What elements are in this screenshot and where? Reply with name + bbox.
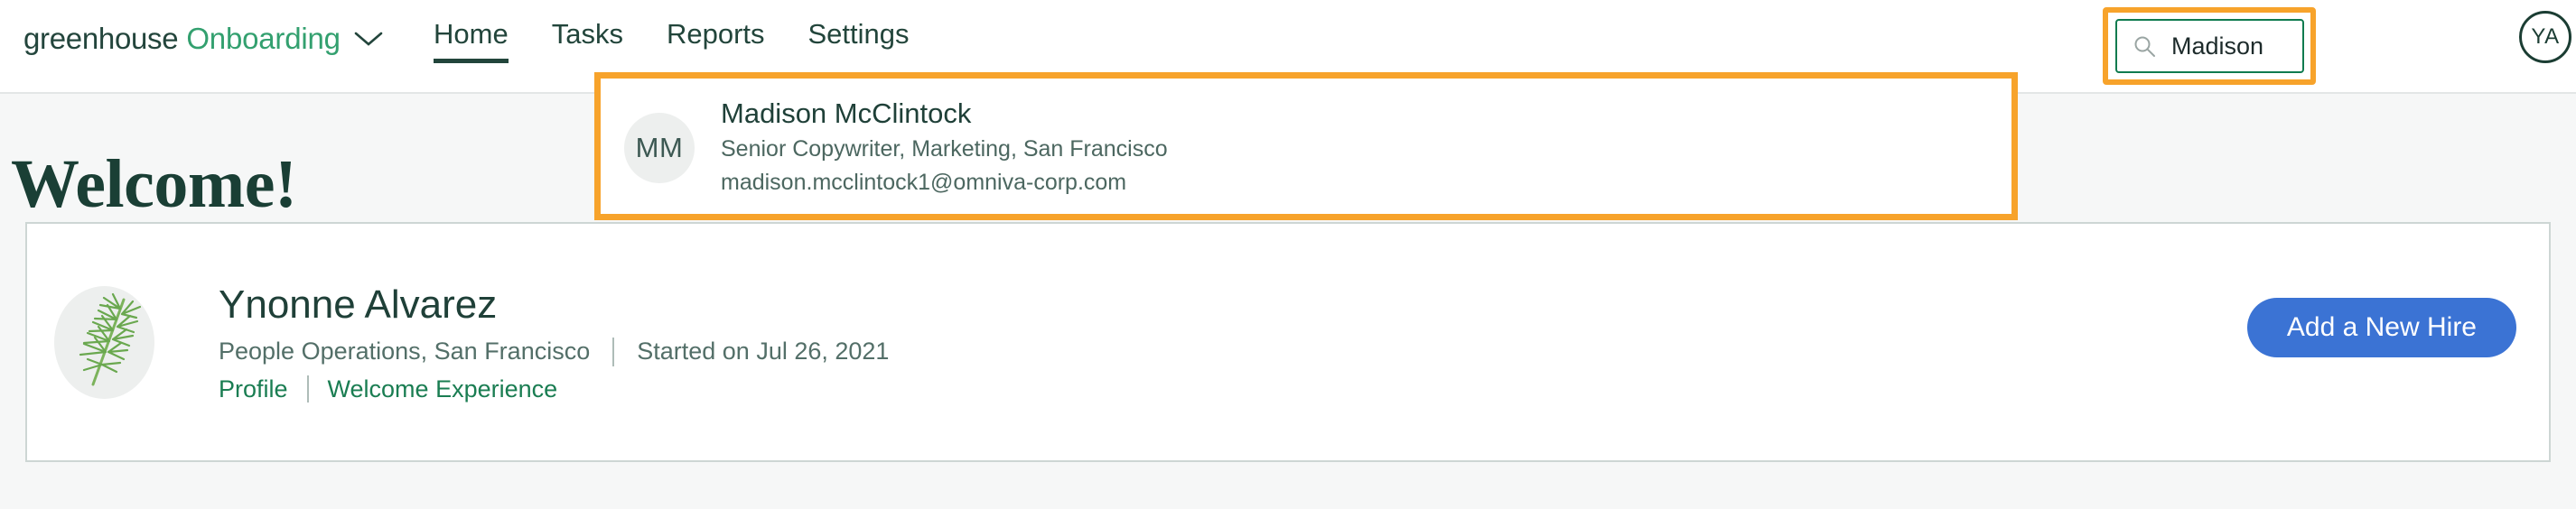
nav-item-home[interactable]: Home [434, 18, 509, 63]
main-navigation: Home Tasks Reports Settings [434, 18, 910, 63]
new-hire-info: Ynonne Alvarez People Operations, San Fr… [219, 281, 889, 403]
search-result-text: Madison McClintock Senior Copywriter, Ma… [721, 96, 1168, 200]
search-result-avatar: MM [624, 113, 695, 183]
nav-item-reports-label: Reports [666, 18, 765, 50]
new-hire-department-location: People Operations, San Francisco [219, 338, 591, 366]
brand-logo[interactable]: greenhouse Onboarding [23, 22, 384, 56]
brand-company-name: greenhouse [23, 22, 179, 55]
new-hire-start-date: Started on Jul 26, 2021 [637, 338, 890, 366]
welcome-experience-link[interactable]: Welcome Experience [328, 375, 558, 403]
nav-item-settings[interactable]: Settings [808, 18, 910, 63]
chevron-down-icon[interactable] [353, 30, 384, 48]
search-input[interactable] [2171, 32, 2298, 60]
add-a-new-hire-button[interactable]: Add a New Hire [2246, 298, 2516, 357]
search-result-item[interactable]: MM Madison McClintock Senior Copywriter,… [624, 89, 2002, 207]
search-field-wrapper[interactable] [2115, 19, 2304, 73]
nav-item-reports[interactable]: Reports [667, 18, 765, 63]
nav-item-home-label: Home [434, 18, 509, 50]
new-hire-links: Profile Welcome Experience [219, 375, 889, 403]
profile-link[interactable]: Profile [219, 375, 288, 403]
new-hire-meta: People Operations, San Francisco Started… [219, 337, 890, 366]
search-result-avatar-initials: MM [635, 132, 684, 163]
avatar-initials: YA [2531, 24, 2560, 49]
search-result-subtitle: Senior Copywriter, Marketing, San Franci… [721, 135, 1168, 162]
search-result-name: Madison McClintock [721, 97, 972, 130]
new-hire-name: Ynonne Alvarez [219, 282, 498, 328]
avatar[interactable]: YA [2519, 11, 2571, 63]
page-title: Welcome! [11, 145, 297, 222]
meta-divider [612, 337, 615, 366]
nav-item-tasks[interactable]: Tasks [552, 18, 623, 63]
search-results-dropdown: MM Madison McClintock Senior Copywriter,… [594, 72, 2018, 220]
link-divider [306, 375, 309, 403]
plant-sprig-avatar [54, 285, 154, 399]
nav-item-settings-label: Settings [807, 18, 910, 50]
new-hire-card-content: Ynonne Alvarez People Operations, San Fr… [40, 224, 2549, 460]
new-hire-card: Ynonne Alvarez People Operations, San Fr… [25, 222, 2551, 462]
search-icon [2132, 33, 2157, 59]
search-result-email: madison.mcclintock1@omniva-corp.com [721, 170, 1127, 196]
brand-product-name: Onboarding [186, 22, 341, 55]
nav-item-tasks-label: Tasks [551, 18, 623, 50]
